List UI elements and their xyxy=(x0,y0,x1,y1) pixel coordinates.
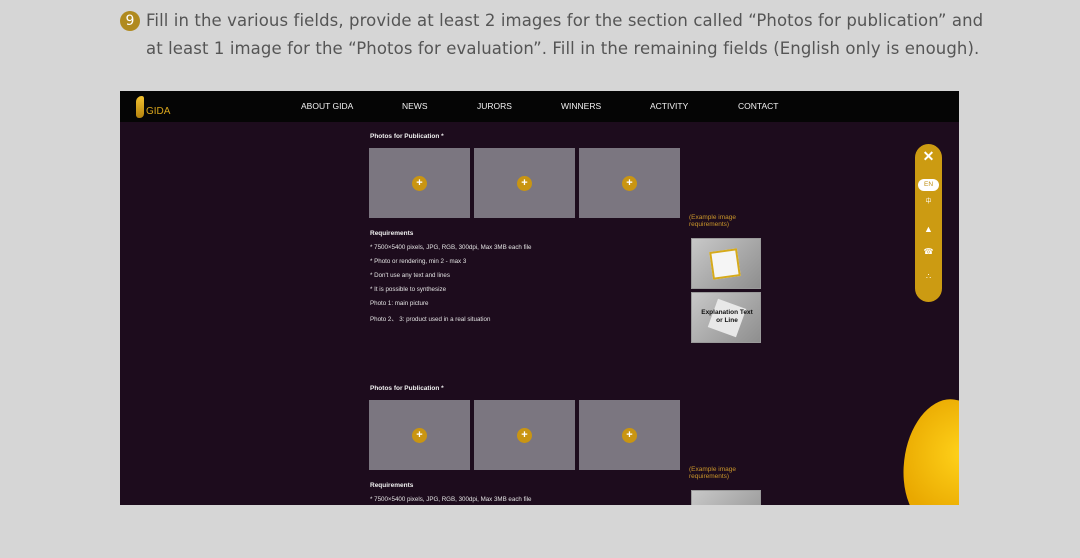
nav-activity[interactable]: ACTIVITY xyxy=(650,101,688,111)
nav-contact[interactable]: CONTACT xyxy=(738,101,778,111)
upload-slot-1[interactable]: + xyxy=(369,148,470,218)
user-icon[interactable]: ▲ xyxy=(915,224,942,234)
close-icon[interactable]: ✕ xyxy=(915,148,942,165)
example-image-caption: (Example image requirements) xyxy=(689,466,736,480)
requirement-line: * 7500×5400 pixels, JPG, RGB, 300dpi, Ma… xyxy=(370,244,532,251)
add-image-icon[interactable]: + xyxy=(622,176,637,191)
section-title-publication-2: Photos for Publication * xyxy=(370,385,444,392)
decorative-gold-blob xyxy=(893,392,959,505)
example-image-good xyxy=(691,238,761,289)
instruction-line-1: Fill in the various fields, provide at l… xyxy=(146,11,984,30)
logo-mark-icon xyxy=(136,96,144,118)
floating-side-toolbar: ✕ EN 中 ▲ ☎ ∴ xyxy=(915,144,942,302)
phone-icon[interactable]: ☎ xyxy=(915,247,942,256)
nav-about-gida[interactable]: ABOUT GIDA xyxy=(301,101,353,111)
add-image-icon[interactable]: + xyxy=(517,176,532,191)
step-number-badge: 9 xyxy=(120,11,140,31)
upload-slot-3[interactable]: + xyxy=(579,400,680,470)
instruction-line-2: at least 1 image for the “Photos for eva… xyxy=(146,39,980,58)
add-image-icon[interactable]: + xyxy=(517,428,532,443)
logo-text: GIDA xyxy=(146,105,171,117)
nav-winners[interactable]: WINNERS xyxy=(561,101,601,111)
upload-slot-2[interactable]: + xyxy=(474,400,575,470)
requirement-line: Photo 2、 3: product used in a real situa… xyxy=(370,316,491,323)
add-image-icon[interactable]: + xyxy=(412,428,427,443)
requirement-line: * It is possible to synthesize xyxy=(370,286,447,293)
example-cube-shape xyxy=(709,248,741,280)
section-title-publication-1: Photos for Publication * xyxy=(370,133,444,140)
website-screenshot: GIDA ABOUT GIDA NEWS JURORS WINNERS ACTI… xyxy=(120,91,959,505)
example-explanation-text: Explanation Text or Line xyxy=(701,309,753,324)
top-navbar: GIDA ABOUT GIDA NEWS JURORS WINNERS ACTI… xyxy=(120,91,959,122)
requirement-line: Photo 1: main picture xyxy=(370,300,429,307)
share-icon[interactable]: ∴ xyxy=(915,272,942,281)
requirements-title: Requirements xyxy=(370,230,414,237)
requirement-line: * 7500×5400 pixels, JPG, RGB, 300dpi, Ma… xyxy=(370,496,532,503)
example-image-bad: Explanation Text or Line xyxy=(691,292,761,343)
requirement-line: * Photo or rendering, min 2 - max 3 xyxy=(370,258,467,265)
upload-slot-2[interactable]: + xyxy=(474,148,575,218)
requirement-line: * Don't use any text and lines xyxy=(370,272,450,279)
language-zh-button[interactable]: 中 xyxy=(915,196,942,205)
add-image-icon[interactable]: + xyxy=(412,176,427,191)
upload-slot-3[interactable]: + xyxy=(579,148,680,218)
example-image-caption: (Example image requirements) xyxy=(689,214,736,228)
upload-slot-1[interactable]: + xyxy=(369,400,470,470)
requirements-title: Requirements xyxy=(370,482,414,489)
example-image-good xyxy=(691,490,761,505)
nav-news[interactable]: NEWS xyxy=(402,101,428,111)
language-en-button[interactable]: EN xyxy=(918,179,939,191)
nav-jurors[interactable]: JURORS xyxy=(477,101,512,111)
gida-logo[interactable]: GIDA xyxy=(136,96,170,118)
add-image-icon[interactable]: + xyxy=(622,428,637,443)
